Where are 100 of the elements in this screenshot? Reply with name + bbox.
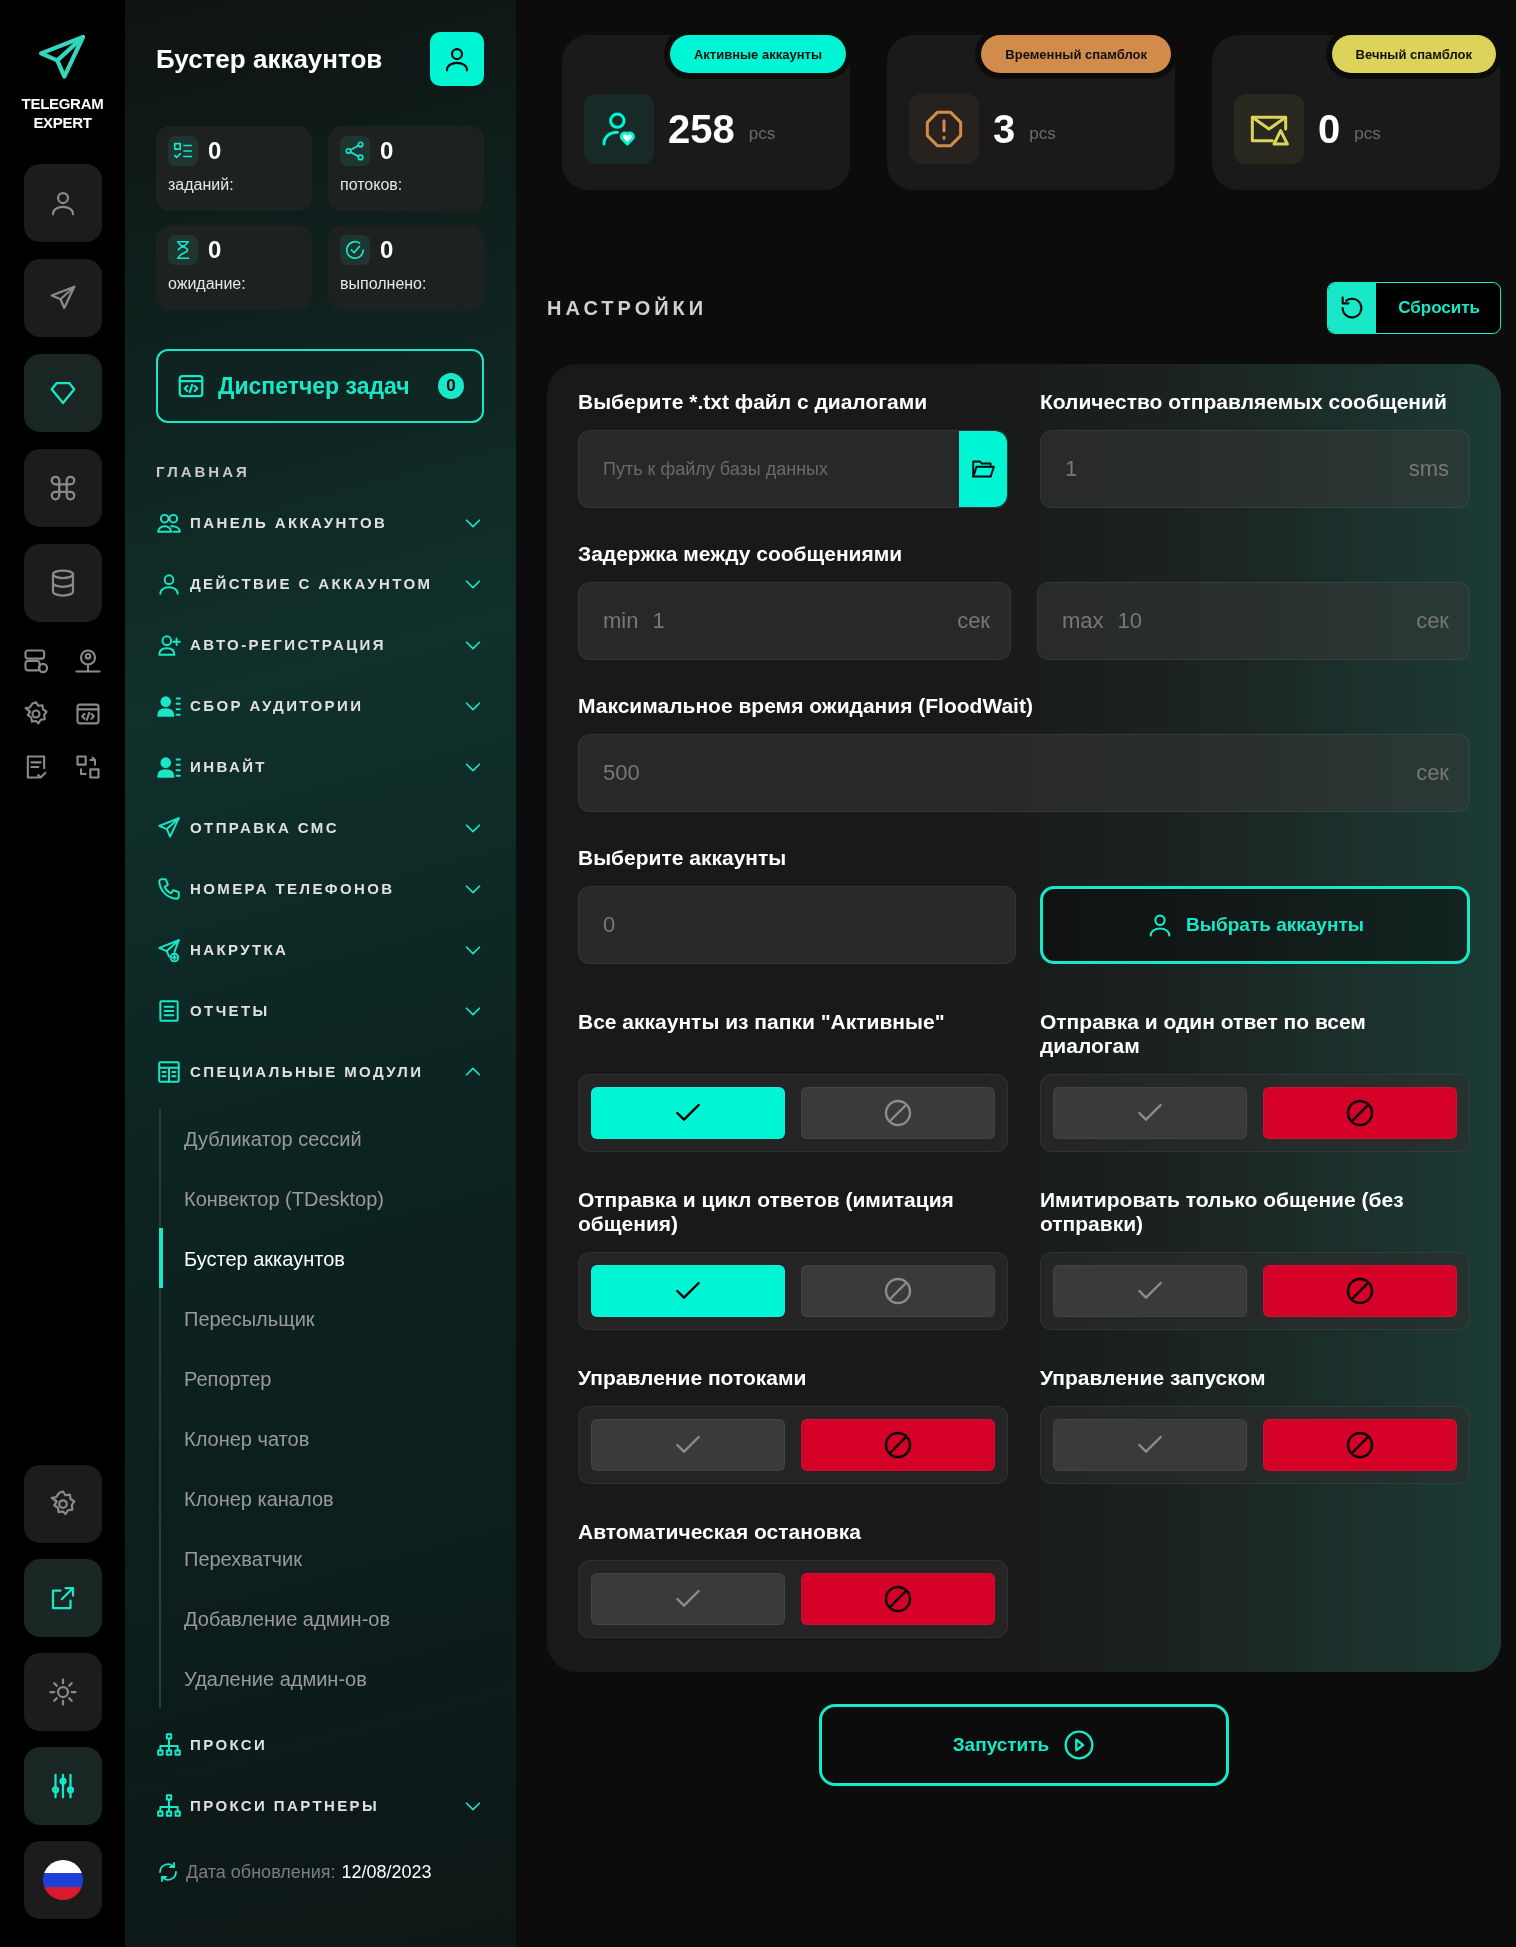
nav-item[interactable]: ПАНЕЛЬ АККАУНТОВ [156,492,484,553]
field-label: Количество отправляемых сообщений [1040,390,1448,414]
nav-item[interactable]: СПЕЦИАЛЬНЫЕ МОДУЛИ [156,1041,484,1102]
nav-item[interactable]: ПРОКСИ [156,1714,484,1775]
block-icon [1344,1275,1376,1307]
field-label: Выберите аккаунты [578,846,788,870]
profile-button[interactable] [430,32,484,86]
play-icon [1063,1729,1096,1761]
disable-button[interactable] [801,1573,995,1625]
toggle-label: Автоматическая остановка [578,1520,862,1544]
update-label: Дата обновления: [186,1861,336,1883]
field-placeholder: 1 [1065,456,1078,482]
submenu-item[interactable]: Перехватчик [159,1528,308,1588]
count-value: 3 [993,106,1016,152]
warning-octagon-icon [924,109,964,149]
unit-label: сек [957,608,990,634]
network-icon [156,1792,182,1819]
disable-button[interactable] [801,1265,995,1317]
submenu-item[interactable]: Бустер аккаунтов [159,1228,351,1288]
unit-label: pcs [748,124,776,144]
section-heading: ГЛАВНАЯ [156,463,251,480]
count-value: 258 [668,106,735,152]
disable-button[interactable] [1263,1265,1457,1317]
swap-icon [73,753,102,781]
rail-button[interactable] [23,544,102,622]
disable-button[interactable] [801,1087,995,1139]
network-icon [156,1731,182,1758]
unit-label: сек [1416,608,1449,634]
stat-value: 0 [380,137,394,165]
select-accounts-button[interactable]: Выбрать аккаунты [1040,886,1470,964]
block-icon [882,1275,914,1307]
field-label: Максимальное время ожидания (FloodWait) [578,694,1034,718]
server-check-icon [21,647,50,675]
language-button[interactable] [23,1841,102,1919]
submenu-item[interactable]: Добавление админ-ов [159,1588,397,1648]
stat-label: потоков: [340,176,404,194]
toggle-label: Отправка и цикл ответов (имитация общения) [578,1188,955,1236]
stat-value: 0 [208,137,222,165]
field-placeholder: 10 [1117,608,1143,634]
field-placeholder: Путь к файлу базы данных [603,458,829,480]
field-placeholder: 500 [603,760,640,786]
field-label: Задержка между сообщениями [578,542,904,566]
nav-item[interactable]: ОТПРАВКА СМС [156,797,484,858]
field-placeholder: 1 [652,608,665,634]
nav-item[interactable]: НОМЕРА ТЕЛЕФОНОВ [156,858,484,919]
toggle-label: Отправка и один ответ по всем диалогам [1040,1010,1367,1058]
submenu-item[interactable]: Дубликатор сессий [159,1108,368,1168]
block-icon [882,1583,914,1615]
stat-label: ожидание: [168,275,247,293]
stat-label: выполнено: [340,275,428,293]
disable-button[interactable] [1263,1419,1457,1471]
rail-button[interactable] [23,449,102,527]
send-icon [156,814,182,841]
nav-item[interactable]: ИНВАЙТ [156,736,484,797]
check-circle-icon [344,239,366,261]
submenu-item[interactable]: Конвектор (TDesktop) [159,1168,390,1228]
section-heading: НАСТРОЙКИ [547,296,708,320]
send-plus-icon [156,936,182,963]
start-button[interactable]: Запустить [819,1704,1229,1786]
disable-button[interactable] [1263,1087,1457,1139]
nav-item[interactable]: НАКРУТКА [156,919,484,980]
report-icon [156,997,182,1024]
field-label: Выберите *.txt файл с диалогами [578,390,929,414]
submenu-item[interactable]: Пересыльщик [159,1288,321,1348]
unit-label: sms [1408,456,1449,482]
unit-label: pcs [1354,124,1381,144]
nav-item[interactable]: СБОР АУДИТОРИИ [156,675,484,736]
task-manager-button[interactable]: Диспетчер задач 0 [156,349,484,423]
stat-value: 0 [208,236,222,264]
submenu-item[interactable]: Удаление админ-ов [159,1648,373,1708]
rail-button[interactable] [23,1465,102,1543]
theme-icon [47,1677,78,1707]
page-title: Бустер аккаунтов [156,43,383,75]
refresh-icon [156,1860,180,1884]
rail-button[interactable] [23,1559,102,1637]
field-prefix: max [1062,608,1104,634]
nav-item[interactable]: ОТЧЕТЫ [156,980,484,1041]
block-icon [1344,1429,1376,1461]
block-icon [1344,1097,1376,1129]
field-placeholder: 0 [603,912,616,938]
nav-item[interactable]: АВТО-РЕГИСТРАЦИЯ [156,614,484,675]
stat-value: 0 [380,236,394,264]
rail-button[interactable] [23,1747,102,1825]
submenu-item[interactable]: Клонер чатов [159,1408,316,1468]
toggle-label: Все аккаунты из папки "Активные" [578,1010,946,1034]
field-prefix: min [603,608,639,634]
reset-button[interactable]: Сбросить [1327,282,1501,334]
toggle-label: Имитировать только общение (без отправки) [1040,1188,1405,1236]
toggle-label: Управление запуском [1040,1366,1267,1390]
phone-icon [156,875,182,902]
submenu-item[interactable]: Репортер [159,1348,278,1408]
submenu-item[interactable]: Клонер каналов [159,1468,340,1528]
stat-label: заданий: [168,176,235,194]
nav-item[interactable]: ДЕЙСТВИЕ С АККАУНТОМ [156,553,484,614]
browse-button[interactable] [959,431,1007,507]
rail-button[interactable] [23,354,102,432]
nav-item[interactable]: ПРОКСИ ПАРТНЕРЫ [156,1775,484,1836]
update-date: 12/08/2023 [341,1861,432,1883]
unit-label: pcs [1029,124,1056,144]
disable-button[interactable] [801,1419,995,1471]
